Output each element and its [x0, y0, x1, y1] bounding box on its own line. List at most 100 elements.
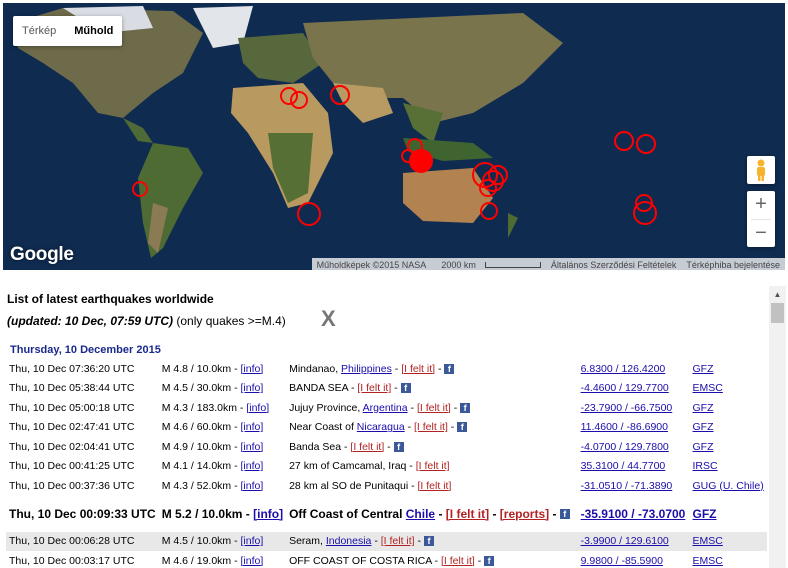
info-link[interactable]: [info] [241, 382, 264, 394]
quake-magnitude: M 4.6 / 60.0km - [info] [159, 418, 286, 438]
source-link[interactable]: GFZ [693, 363, 714, 375]
map-type-satellite-button[interactable]: Műhold [65, 16, 122, 46]
facebook-share-icon[interactable]: f [400, 383, 411, 394]
magnitude-depth: M 4.6 / 60.0km - [161, 421, 241, 434]
earthquake-map[interactable]: Térkép Műhold + − Google Műholdképek ©20… [3, 3, 785, 270]
scrollbar[interactable]: ▲ [769, 286, 786, 568]
country-link[interactable]: Argentina [363, 402, 408, 414]
report-map-error-link[interactable]: Térképhiba bejelentése [681, 260, 785, 270]
felt-it-link[interactable]: [I felt it] [357, 382, 391, 394]
coordinates-link[interactable]: -4.4600 / 129.7700 [581, 382, 669, 394]
facebook-share-icon[interactable]: f [423, 536, 434, 547]
felt-it-link[interactable]: [I felt it] [401, 363, 435, 375]
table-row: Thu, 10 Dec 00:03:17 UTC M 4.6 / 19.0km -… [6, 551, 767, 568]
facebook-share-icon[interactable]: f [460, 402, 471, 413]
info-link[interactable]: [info] [241, 421, 264, 433]
felt-it-link[interactable]: [I felt it] [417, 402, 451, 414]
country-link[interactable]: Chile [406, 507, 435, 521]
country-link[interactable]: Indonesia [326, 535, 372, 547]
source-link[interactable]: GUG (U. Chile) [693, 480, 764, 492]
coordinates-link[interactable]: -31.0510 / -71.3890 [581, 480, 673, 492]
location-text: Banda Sea [289, 440, 342, 453]
quake-magnitude: M 4.8 / 10.0km - [info] [159, 359, 286, 379]
map-type-roadmap-button[interactable]: Térkép [13, 16, 65, 46]
source-link[interactable]: GFZ [693, 402, 714, 414]
source-link[interactable]: IRSC [693, 460, 718, 472]
info-link[interactable]: [info] [241, 363, 264, 375]
quake-coordinates: 6.8300 / 126.4200 [578, 359, 690, 379]
coordinates-link[interactable]: -23.7900 / -66.7500 [581, 402, 673, 414]
info-link[interactable]: [info] [241, 460, 264, 472]
day-header: Thursday, 10 December 2015 [10, 344, 161, 356]
source-link[interactable]: GFZ [693, 441, 714, 453]
zoom-control: + − [747, 191, 775, 247]
coordinates-link[interactable]: 11.4600 / -86.6900 [581, 421, 668, 433]
quake-time: Thu, 10 Dec 00:06:28 UTC [6, 531, 159, 551]
source-link[interactable]: GFZ [693, 421, 714, 433]
country-link[interactable]: Nicaragua [357, 421, 405, 433]
felt-it-link[interactable]: [I felt it] [441, 555, 475, 567]
info-link[interactable]: [info] [241, 535, 264, 547]
magnitude-depth: M 4.6 / 19.0km - [161, 554, 241, 567]
terms-link[interactable]: Általános Szerződési Feltételek [546, 260, 682, 270]
felt-it-link[interactable]: [I felt it] [381, 535, 415, 547]
location-text: Mindanao, [289, 362, 342, 375]
facebook-share-icon[interactable]: f [457, 422, 468, 433]
quake-coordinates: 11.4600 / -86.6900 [578, 418, 690, 438]
coordinates-link[interactable]: -3.9900 / 129.6100 [581, 535, 669, 547]
scale-indicator[interactable]: 2000 km [431, 260, 546, 270]
source-link[interactable]: EMSC [693, 555, 723, 567]
table-row: Thu, 10 Dec 07:36:20 UTC M 4.8 / 10.0km -… [6, 359, 767, 379]
pegman-icon [757, 159, 765, 181]
scroll-thumb[interactable] [771, 303, 784, 323]
info-link[interactable]: [info] [253, 507, 283, 521]
quake-location: Jujuy Province, Argentina - [I felt it] … [286, 398, 578, 418]
quake-time: Thu, 10 Dec 05:38:44 UTC [9, 382, 135, 395]
source-link[interactable]: EMSC [693, 535, 723, 547]
felt-it-link[interactable]: [I felt it] [414, 421, 448, 433]
coordinates-link[interactable]: -35.9100 / -73.0700 [581, 507, 686, 521]
quake-location: OFF COAST OF COSTA RICA - [I felt it] - … [286, 551, 578, 568]
google-logo[interactable]: Google [10, 244, 74, 266]
coordinates-link[interactable]: -4.0700 / 129.7800 [581, 441, 669, 453]
source-link[interactable]: GFZ [693, 507, 717, 521]
facebook-share-icon[interactable]: f [393, 441, 404, 452]
scroll-up-arrow-icon[interactable]: ▲ [769, 286, 786, 303]
zoom-in-button[interactable]: + [747, 191, 775, 219]
coordinates-link[interactable]: 6.8300 / 126.4200 [581, 363, 666, 375]
location-text: BANDA SEA [289, 382, 349, 395]
source-link[interactable]: EMSC [693, 382, 723, 394]
info-link[interactable]: [info] [241, 441, 264, 453]
quake-magnitude: M 4.5 / 10.0km - [info] [158, 531, 287, 551]
info-link[interactable]: [info] [241, 555, 264, 567]
zoom-out-button[interactable]: − [747, 220, 775, 248]
table-row: Thu, 10 Dec 00:37:36 UTC M 4.3 / 52.0km -… [6, 476, 767, 496]
quake-time: Thu, 10 Dec 00:09:33 UTC [9, 506, 156, 521]
quake-magnitude: M 4.3 / 52.0km - [info] [159, 476, 286, 496]
reports-link[interactable]: [reports] [500, 507, 549, 521]
quake-time: Thu, 10 Dec 00:03:17 UTC [9, 554, 135, 567]
country-link[interactable]: Philippines [341, 363, 392, 375]
facebook-share-icon[interactable]: f [444, 363, 455, 374]
close-list-button[interactable]: X [321, 306, 336, 332]
felt-it-link[interactable]: [I felt it] [416, 460, 450, 472]
felt-it-link[interactable]: [I felt it] [446, 507, 489, 521]
street-view-pegman[interactable] [747, 156, 775, 184]
quake-location: Seram, Indonesia - [I felt it] - f [286, 531, 578, 551]
update-info: (updated: 10 Dec, 07:59 UTC) (only quake… [7, 314, 286, 328]
coordinates-link[interactable]: 35.3100 / 44.7700 [581, 460, 666, 472]
quake-coordinates: -3.9900 / 129.6100 [577, 531, 690, 551]
facebook-share-icon[interactable]: f [559, 509, 570, 520]
info-link[interactable]: [info] [246, 402, 269, 414]
facebook-share-icon[interactable]: f [484, 555, 495, 566]
scale-bar [484, 262, 541, 269]
earthquake-list-panel: List of latest earthquakes worldwide (up… [3, 284, 767, 568]
quake-time: Thu, 10 Dec 05:00:18 UTC [9, 401, 135, 414]
felt-it-link[interactable]: [I felt it] [418, 480, 452, 492]
info-link[interactable]: [info] [241, 480, 264, 492]
coordinates-link[interactable]: 9.9800 / -85.5900 [581, 555, 663, 567]
quake-source: GFZ [690, 496, 767, 532]
map-attribution: Műholdképek ©2015 NASA 2000 km Általános… [311, 258, 785, 270]
quake-coordinates: 35.3100 / 44.7700 [578, 457, 690, 477]
felt-it-link[interactable]: [I felt it] [350, 441, 384, 453]
